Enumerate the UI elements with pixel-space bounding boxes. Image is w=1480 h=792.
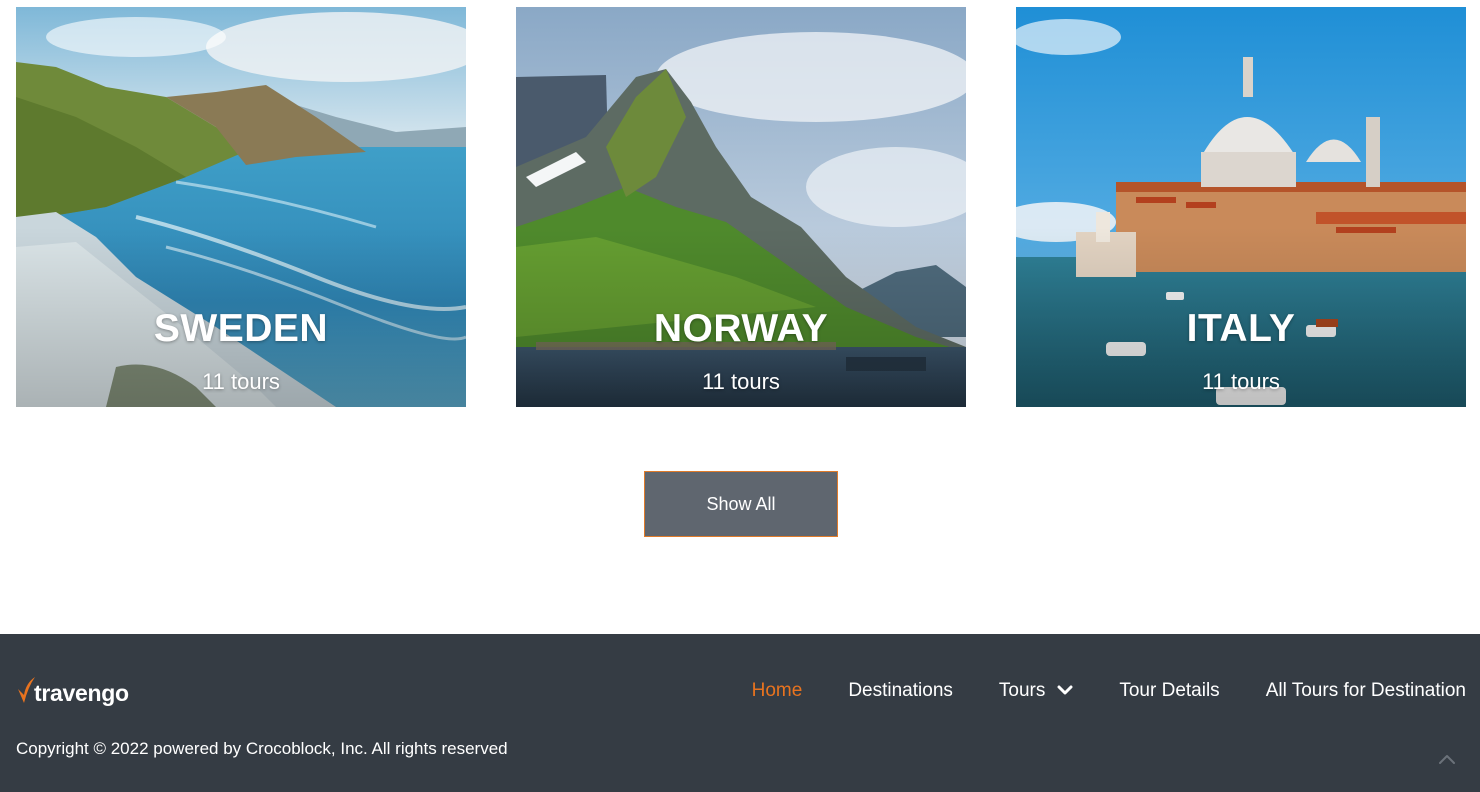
destination-card-sweden[interactable]: SWEDEN 11 tours — [16, 7, 466, 407]
nav-item-label: Tour Details — [1119, 680, 1220, 701]
check-swoosh-icon — [18, 677, 35, 703]
site-footer — [0, 634, 1480, 792]
tour-count: 11 tours — [702, 369, 780, 394]
nav-item-label: Destinations — [848, 680, 953, 701]
tour-count: 11 tours — [202, 369, 280, 394]
nav-item-label: Tours — [998, 680, 1046, 701]
footer-nav: Home Destinations Tours Tour Details All… — [706, 680, 1466, 702]
nav-item-home[interactable]: Home — [752, 680, 803, 702]
logo-text: travengo — [34, 679, 129, 706]
nav-item-all-tours-for-destination[interactable]: All Tours for Destination — [1266, 680, 1466, 702]
nav-item-label: All Tours for Destination — [1265, 680, 1466, 701]
nav-item-label: Home — [751, 680, 803, 701]
chevron-down-icon[interactable] — [1057, 685, 1073, 697]
destination-title: SWEDEN — [153, 307, 329, 350]
nav-item-tour-details[interactable]: Tour Details — [1119, 680, 1219, 702]
destination-title: NORWAY — [653, 307, 829, 350]
nav-item-destinations[interactable]: Destinations — [848, 680, 953, 702]
copyright-text: Copyright © 2022 powered by Crocoblock, … — [16, 739, 508, 758]
chevron-up-icon[interactable] — [1436, 750, 1458, 768]
show-all-button[interactable]: Show All — [644, 471, 838, 537]
tour-count: 11 tours — [1202, 369, 1280, 394]
destination-card-norway[interactable]: NORWAY 11 tours — [516, 7, 966, 407]
destination-card-italy[interactable]: ITALY 11 tours — [1016, 7, 1466, 407]
travengo-logo[interactable]: travengo — [16, 670, 129, 710]
nav-item-tours[interactable]: Tours — [999, 680, 1073, 702]
destination-title: ITALY — [1186, 307, 1296, 350]
